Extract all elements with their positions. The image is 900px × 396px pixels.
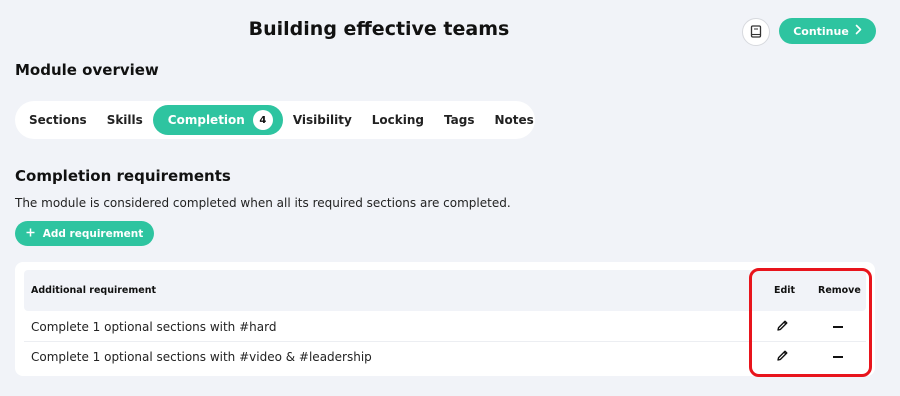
tab-label: Visibility — [292, 113, 352, 127]
page-title: Building effective teams — [248, 18, 510, 40]
requirement-text: Complete 1 optional sections with #hard — [31, 319, 277, 334]
tab-tags[interactable]: Tags — [434, 105, 484, 135]
column-header-requirement: Additional requirement — [31, 285, 156, 296]
tab-label: Skills — [106, 113, 143, 127]
tab-skills[interactable]: Skills — [97, 105, 153, 135]
module-tabs: Sections Skills Completion 4 Visibility … — [15, 101, 535, 139]
chevron-right-icon — [855, 24, 862, 38]
requirements-table: Additional requirement Edit Remove Compl… — [15, 262, 875, 376]
completion-description: The module is considered completed when … — [15, 196, 511, 210]
add-requirement-button[interactable]: Add requirement — [15, 221, 154, 246]
completion-count-badge: 4 — [252, 110, 273, 130]
tab-completion[interactable]: Completion 4 — [152, 105, 283, 135]
tab-label: Notes — [494, 113, 534, 127]
tab-sections[interactable]: Sections — [19, 105, 97, 135]
highlight-box — [749, 268, 872, 377]
completion-heading: Completion requirements — [15, 167, 231, 185]
tab-locking[interactable]: Locking — [362, 105, 434, 135]
tab-label: Locking — [371, 113, 425, 127]
table-row: Complete 1 optional sections with #hard — [24, 312, 866, 341]
tab-label: Sections — [29, 113, 87, 127]
continue-button[interactable]: Continue — [779, 18, 876, 44]
tab-notes[interactable]: Notes — [484, 105, 543, 135]
module-overview-heading: Module overview — [15, 61, 159, 79]
book-icon — [750, 23, 762, 42]
tab-label: Completion — [167, 113, 245, 127]
tab-label: Tags — [444, 113, 475, 127]
table-header: Additional requirement Edit Remove — [24, 270, 866, 311]
plus-icon — [26, 228, 35, 240]
table-row: Complete 1 optional sections with #video… — [24, 341, 866, 370]
add-requirement-label: Add requirement — [42, 227, 144, 240]
continue-label: Continue — [793, 24, 849, 38]
tab-visibility[interactable]: Visibility — [283, 105, 362, 135]
guide-button[interactable] — [742, 18, 770, 46]
requirement-text: Complete 1 optional sections with #video… — [31, 349, 372, 364]
